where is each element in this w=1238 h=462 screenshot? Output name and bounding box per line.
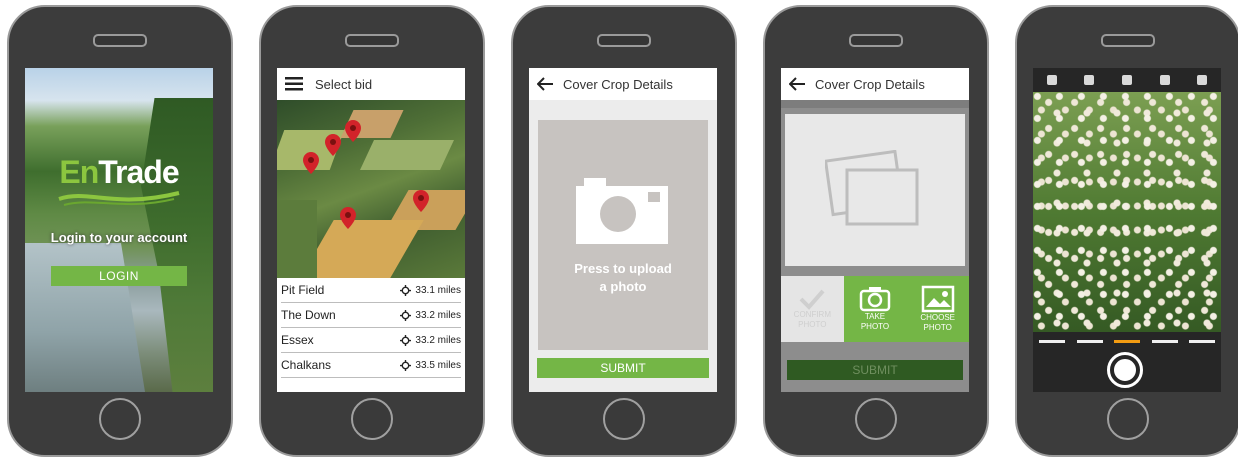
location-icon (400, 284, 412, 296)
phone-speaker (93, 34, 147, 47)
phone-speaker (597, 34, 651, 47)
photos-placeholder-icon (825, 150, 919, 226)
camera-mode[interactable] (1151, 340, 1178, 343)
camera-screen (1033, 68, 1221, 392)
photo-preview (785, 114, 965, 266)
phone-camera (1015, 5, 1238, 457)
location-icon (400, 309, 412, 321)
login-prompt: Login to your account (50, 230, 188, 245)
page-title: Select bid (315, 76, 373, 92)
home-button[interactable] (351, 398, 393, 440)
upload-prompt-line2: a photo (599, 279, 647, 294)
upload-prompt-line1: Press to upload (574, 261, 672, 276)
field-name: Chalkans (281, 358, 332, 372)
choose-photo-button[interactable]: CHOOSE PHOTO (906, 276, 969, 342)
logo-prefix: En (59, 154, 99, 190)
location-icon (400, 359, 412, 371)
login-button[interactable]: LOGIN (51, 266, 187, 286)
field-distance: 33.2 miles (415, 309, 461, 321)
camera-viewfinder[interactable] (1033, 92, 1221, 332)
take-label-line2: PHOTO (860, 322, 890, 331)
page-title: Cover Crop Details (815, 76, 925, 92)
camera-mode[interactable] (1076, 340, 1103, 343)
camera-option-icon[interactable] (1084, 75, 1095, 85)
submit-button[interactable]: SUBMIT (787, 360, 963, 380)
app-header: Select bid (277, 68, 465, 100)
camera-mode[interactable] (1189, 340, 1215, 343)
home-button[interactable] (855, 398, 897, 440)
home-button[interactable] (99, 398, 141, 440)
list-item[interactable]: Chalkans 33.5 miles (281, 353, 461, 378)
shutter-button[interactable] (1107, 352, 1143, 388)
field-distance: 33.1 miles (415, 284, 461, 296)
choose-label-line2: PHOTO (923, 323, 952, 332)
map-pin-icon[interactable] (303, 152, 319, 174)
phone-speaker (1101, 34, 1155, 47)
select-bid-screen: Select bid Pit Field 33.1 miles The Down… (277, 68, 465, 392)
login-screen: EnTrade Login to your account LOGIN (25, 68, 213, 392)
photo-options-screen: Cover Crop Details CONFIRM PHOTO TAKE PH… (781, 68, 969, 392)
phone-photo-options: Cover Crop Details CONFIRM PHOTO TAKE PH… (763, 5, 989, 457)
map-pin-icon[interactable] (325, 134, 341, 156)
field-name: Pit Field (281, 283, 325, 297)
header-divider (781, 100, 969, 108)
phone-login: EnTrade Login to your account LOGIN (7, 5, 233, 457)
home-button[interactable] (1107, 398, 1149, 440)
list-item[interactable]: Pit Field 33.1 miles (281, 278, 461, 303)
map-field (277, 200, 317, 278)
fields-map[interactable] (277, 100, 465, 278)
camera-option-icon[interactable] (1121, 75, 1132, 85)
back-arrow-icon[interactable] (537, 77, 561, 91)
checkmark-icon (799, 289, 825, 310)
choose-label-line1: CHOOSE (920, 313, 956, 322)
field-name: The Down (281, 308, 336, 322)
upload-photo-area[interactable]: Press to upload a photo (538, 120, 708, 350)
field-list: Pit Field 33.1 miles The Down 33.2 miles… (277, 278, 465, 378)
photo-action-tray: CONFIRM PHOTO TAKE PHOTO CHOOSE PHOTO (781, 276, 969, 342)
submit-button[interactable]: SUBMIT (537, 358, 709, 378)
app-header: Cover Crop Details (529, 68, 717, 100)
take-label-line1: TAKE (864, 312, 886, 321)
map-pin-icon[interactable] (413, 190, 429, 212)
camera-option-icon[interactable] (1046, 75, 1057, 85)
camera-toolbar (1033, 68, 1221, 92)
back-arrow-icon[interactable] (789, 77, 813, 91)
app-header: Cover Crop Details (781, 68, 969, 100)
upload-screen: Cover Crop Details Press to upload a pho… (529, 68, 717, 392)
list-item[interactable]: Essex 33.2 miles (281, 328, 461, 353)
map-pin-icon[interactable] (340, 207, 356, 229)
map-field (360, 140, 454, 170)
phone-upload-photo: Cover Crop Details Press to upload a pho… (511, 5, 737, 457)
map-field (300, 220, 424, 278)
page-title: Cover Crop Details (563, 76, 673, 92)
location-icon (400, 334, 412, 346)
field-distance: 33.5 miles (415, 359, 461, 371)
take-photo-button[interactable]: TAKE PHOTO (843, 276, 907, 342)
camera-mode-active[interactable] (1114, 340, 1140, 343)
logo-suffix: Trade (98, 154, 179, 190)
confirm-label-line1: CONFIRM (793, 310, 831, 319)
camera-mode[interactable] (1039, 340, 1065, 343)
menu-icon[interactable] (285, 77, 309, 91)
camera-icon (859, 287, 891, 312)
entrade-logo: EnTrade (25, 154, 213, 209)
map-pin-icon[interactable] (345, 120, 361, 142)
field-name: Essex (281, 333, 314, 347)
phone-speaker (345, 34, 399, 47)
confirm-label-line2: PHOTO (798, 320, 827, 329)
camera-option-icon[interactable] (1159, 75, 1170, 85)
camera-option-icon[interactable] (1197, 75, 1208, 85)
list-item[interactable]: The Down 33.2 miles (281, 303, 461, 328)
gallery-icon (921, 285, 954, 313)
confirm-photo-button[interactable]: CONFIRM PHOTO (781, 276, 844, 342)
camera-mode-selector (1039, 340, 1215, 343)
home-button[interactable] (603, 398, 645, 440)
camera-icon (576, 178, 668, 244)
field-distance: 33.2 miles (415, 334, 461, 346)
phone-select-bid: Select bid Pit Field 33.1 miles The Down… (259, 5, 485, 457)
phone-speaker (849, 34, 903, 47)
